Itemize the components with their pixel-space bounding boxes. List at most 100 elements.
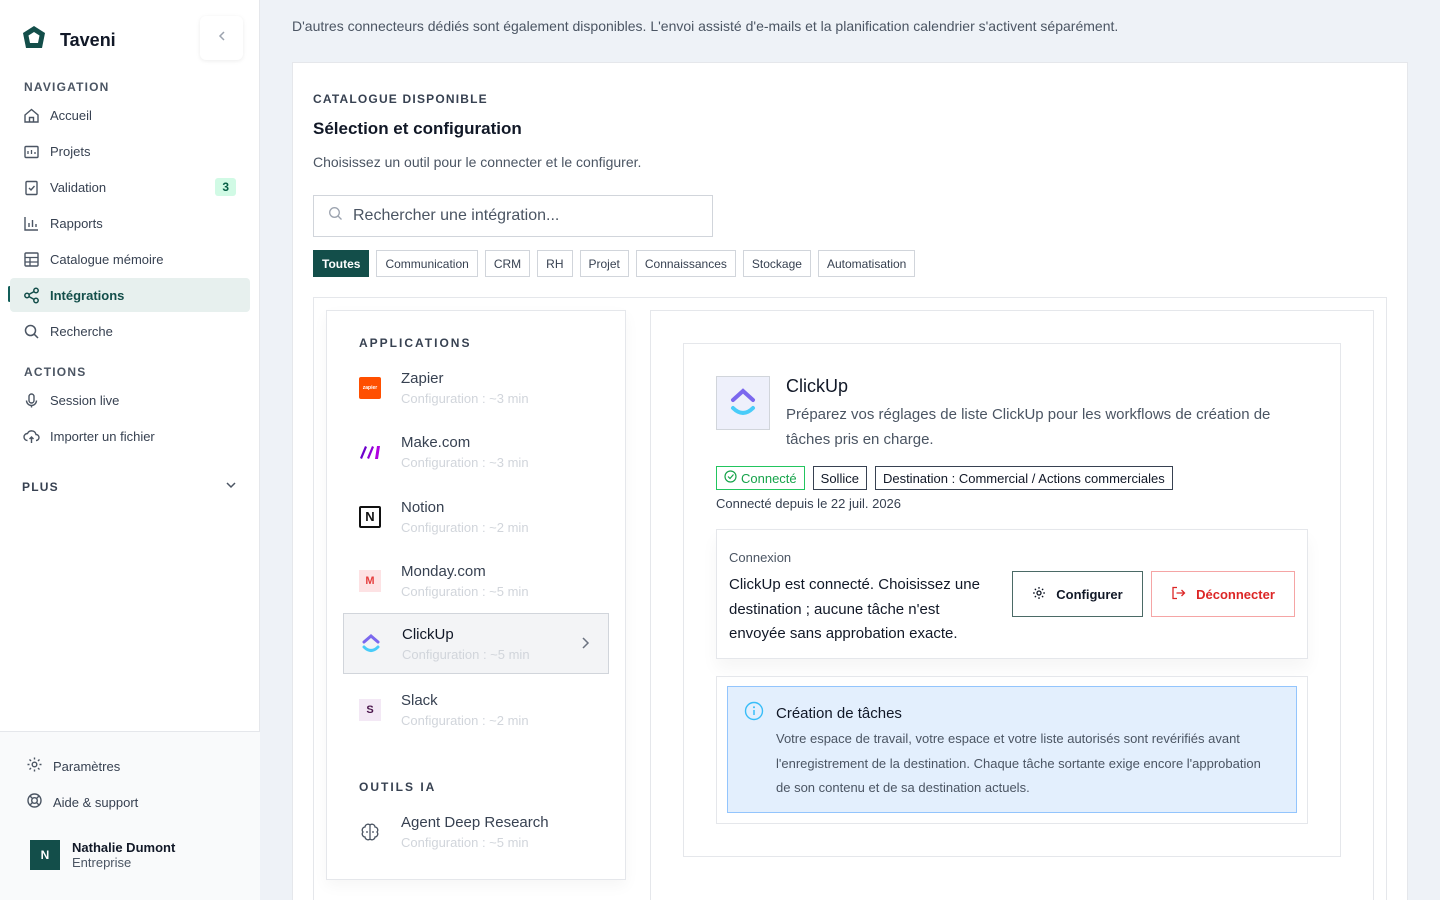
sidebar-item-label: Intégrations xyxy=(50,287,125,303)
filter-chip-automatisation[interactable]: Automatisation xyxy=(817,250,916,277)
search-box xyxy=(313,195,713,237)
sidebar-item-label: Validation xyxy=(50,179,107,195)
chevron-down-icon xyxy=(224,478,238,495)
app-name: ClickUp xyxy=(402,625,454,643)
brand-name: Taveni xyxy=(60,30,116,50)
sidebar-item-label: Catalogue mémoire xyxy=(50,251,164,267)
sidebar-item-accueil[interactable]: Accueil xyxy=(10,98,250,132)
chevron-left-icon xyxy=(216,29,228,47)
status-tags: Connecté Sollice Destination : Commercia… xyxy=(716,466,1173,490)
validation-count-badge: 3 xyxy=(215,178,236,196)
more-section-toggle[interactable]: PLUS xyxy=(22,478,238,495)
filter-chip-toutes[interactable]: Toutes xyxy=(313,250,370,277)
sidebar-item-importer[interactable]: Importer un fichier xyxy=(10,419,250,453)
zapier-logo-icon: zapier xyxy=(359,376,381,399)
clipboard-check-icon xyxy=(22,178,40,196)
sidebar-item-validation[interactable]: Validation 3 xyxy=(10,170,250,204)
app-item-notion[interactable]: N Notion Configuration : ~2 min xyxy=(343,486,609,547)
status-label: Connecté xyxy=(741,470,797,486)
home-icon xyxy=(22,106,40,124)
connection-text: ClickUp est connecté. Choisissez une des… xyxy=(729,576,980,642)
cloud-upload-icon xyxy=(22,427,40,445)
monday-logo-icon: M xyxy=(359,569,381,592)
app-item-monday[interactable]: M Monday.com Configuration : ~5 min xyxy=(343,550,609,611)
page-subtitle: Choisissez un outil pour le connecter et… xyxy=(313,154,642,170)
disconnect-button[interactable]: Déconnecter xyxy=(1151,571,1295,617)
info-icon xyxy=(744,701,764,726)
catalog-eyebrow: CATALOGUE DISPONIBLE xyxy=(313,92,488,106)
table-icon xyxy=(22,250,40,268)
connected-since: Connecté depuis le 22 juil. 2026 xyxy=(716,496,902,511)
category-filters: Toutes Communication CRM RH Projet Conna… xyxy=(313,250,916,277)
ai-tools-section-label: OUTILS IA xyxy=(359,780,437,794)
gear-icon xyxy=(26,756,43,776)
filter-chip-communication[interactable]: Communication xyxy=(376,250,478,277)
app-meta: Configuration : ~5 min xyxy=(401,583,529,599)
sidebar-item-label: Importer un fichier xyxy=(50,428,155,444)
app-meta: Configuration : ~5 min xyxy=(402,646,530,662)
logo-icon xyxy=(20,24,48,57)
user-name: Nathalie Dumont xyxy=(72,840,176,855)
app-item-zapier[interactable]: zapier Zapier Configuration : ~3 min xyxy=(343,357,609,418)
app-name: Zapier xyxy=(401,369,444,387)
help-link[interactable]: Aide & support xyxy=(26,792,138,812)
search-input[interactable] xyxy=(353,207,693,225)
filter-chip-projet[interactable]: Projet xyxy=(579,250,629,277)
app-name: Monday.com xyxy=(401,562,486,580)
slack-logo-icon: S xyxy=(359,698,381,721)
filter-chip-connaissances[interactable]: Connaissances xyxy=(635,250,736,277)
app-name: Slack xyxy=(401,691,438,709)
page-title: Sélection et configuration xyxy=(313,119,522,138)
disconnect-label: Déconnecter xyxy=(1196,586,1275,602)
user-menu[interactable]: N Nathalie Dumont Entreprise xyxy=(30,840,175,870)
search-icon xyxy=(328,206,343,226)
app-item-agent-deep-research[interactable]: Agent Deep Research Configuration : ~5 mi… xyxy=(343,801,609,862)
mic-icon xyxy=(22,391,40,409)
sidebar-item-label: Recherche xyxy=(50,323,113,339)
clickup-logo-icon xyxy=(716,376,770,430)
connectors-note: D'autres connecteurs dédiés sont égaleme… xyxy=(292,18,1119,34)
sidebar-item-recherche[interactable]: Recherche xyxy=(10,314,250,348)
app-name: Agent Deep Research xyxy=(401,813,549,831)
detail-title: ClickUp xyxy=(786,376,849,396)
sidebar-item-integrations[interactable]: Intégrations xyxy=(10,278,250,312)
lifebuoy-icon xyxy=(26,792,43,812)
more-section-label: PLUS xyxy=(22,479,59,494)
nav-section-label: NAVIGATION xyxy=(24,80,110,94)
folder-icon xyxy=(22,142,40,160)
sidebar-item-rapports[interactable]: Rapports xyxy=(10,206,250,240)
filter-chip-rh[interactable]: RH xyxy=(537,250,573,277)
notion-logo-icon: N xyxy=(359,505,381,528)
app-meta: Configuration : ~2 min xyxy=(401,519,529,535)
destination-tag: Destination : Commercial / Actions comme… xyxy=(874,466,1173,490)
sidebar-item-catalogue-memoire[interactable]: Catalogue mémoire xyxy=(10,242,250,276)
settings-link[interactable]: Paramètres xyxy=(26,756,120,776)
make-logo-icon xyxy=(359,441,381,463)
settings-label: Paramètres xyxy=(53,758,121,774)
collapse-sidebar-button[interactable] xyxy=(200,16,243,60)
clickup-logo-icon xyxy=(360,633,382,655)
user-plan: Entreprise xyxy=(72,855,132,870)
search-icon xyxy=(22,322,40,340)
sidebar-item-projets[interactable]: Projets xyxy=(10,134,250,168)
filter-chip-stockage[interactable]: Stockage xyxy=(742,250,811,277)
avatar: N xyxy=(30,840,60,870)
app-item-clickup[interactable]: ClickUp Configuration : ~5 min xyxy=(343,613,609,674)
configure-button[interactable]: Configurer xyxy=(1012,571,1143,617)
configure-label: Configurer xyxy=(1056,586,1123,602)
filter-chip-crm[interactable]: CRM xyxy=(484,250,531,277)
chevron-right-icon xyxy=(580,636,590,655)
brain-icon xyxy=(359,821,381,843)
brand[interactable]: Taveni xyxy=(20,24,116,57)
app-meta: Configuration : ~3 min xyxy=(401,454,529,470)
sidebar-item-label: Rapports xyxy=(50,215,103,231)
bar-chart-icon xyxy=(22,214,40,232)
workspace-tag: Sollice xyxy=(812,466,867,490)
logout-icon xyxy=(1171,586,1186,603)
sidebar-item-session-live[interactable]: Session live xyxy=(10,383,250,417)
app-item-slack[interactable]: S Slack Configuration : ~2 min xyxy=(343,679,609,740)
app-name: Notion xyxy=(401,498,445,516)
app-item-make[interactable]: Make.com Configuration : ~3 min xyxy=(343,421,609,482)
connection-label: Connexion xyxy=(729,550,792,565)
info-text: Votre espace de travail, votre espace et… xyxy=(776,731,1261,795)
